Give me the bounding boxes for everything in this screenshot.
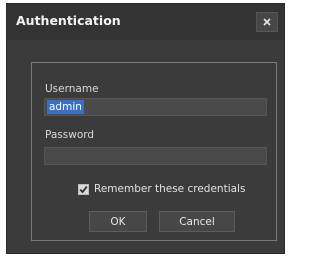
close-icon: [263, 18, 271, 26]
close-button[interactable]: [256, 12, 278, 32]
username-value: admin: [47, 100, 84, 114]
password-label: Password: [45, 129, 95, 141]
checkmark-icon: [79, 185, 88, 193]
cancel-button[interactable]: Cancel: [159, 211, 235, 232]
username-field[interactable]: admin: [44, 98, 267, 116]
remember-checkbox[interactable]: [78, 183, 89, 195]
remember-label: Remember these credentials: [94, 183, 246, 195]
password-field[interactable]: [44, 147, 267, 165]
credentials-panel: Username admin Password Remember these c…: [31, 62, 277, 241]
authentication-dialog: Authentication Username admin Password R…: [6, 3, 285, 254]
dialog-titlebar[interactable]: Authentication: [7, 4, 284, 40]
remember-credentials-toggle[interactable]: Remember these credentials: [78, 183, 245, 195]
ok-button[interactable]: OK: [89, 211, 147, 232]
username-label: Username: [45, 83, 99, 95]
dialog-title: Authentication: [16, 13, 121, 28]
